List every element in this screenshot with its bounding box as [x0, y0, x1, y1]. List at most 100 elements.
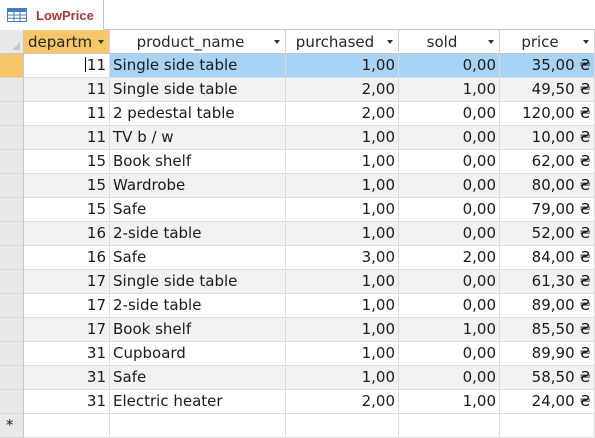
cell-purchased[interactable]: 1,00 [286, 174, 399, 198]
cell-product-name[interactable]: Single side table [110, 270, 286, 294]
record-selector[interactable] [0, 150, 24, 174]
cell-price[interactable]: 85,50 ₴ [500, 318, 595, 342]
record-selector[interactable]: * [0, 414, 24, 438]
cell-sold[interactable]: 0,00 [399, 270, 500, 294]
table-row[interactable]: 11 Single side table 1,00 0,00 35,00 ₴ [0, 54, 595, 78]
cell-department[interactable]: 31 [24, 390, 110, 414]
cell-purchased[interactable]: 1,00 [286, 270, 399, 294]
cell-product-name[interactable]: Safe [110, 366, 286, 390]
cell-price[interactable]: 35,00 ₴ [500, 54, 595, 78]
cell-price[interactable]: 62,00 ₴ [500, 150, 595, 174]
cell-department[interactable]: 16 [24, 222, 110, 246]
sort-filter-arrow-icon[interactable] [488, 40, 494, 44]
cell-sold[interactable]: 0,00 [399, 294, 500, 318]
cell-price[interactable]: 79,00 ₴ [500, 198, 595, 222]
sort-filter-arrow-icon[interactable] [98, 40, 104, 44]
cell-price[interactable]: 10,00 ₴ [500, 126, 595, 150]
new-record-row[interactable]: * [0, 414, 595, 438]
record-selector[interactable] [0, 318, 24, 342]
cell-department[interactable]: 15 [24, 198, 110, 222]
table-row[interactable]: 16 2-side table 1,00 0,00 52,00 ₴ [0, 222, 595, 246]
column-header-product-name[interactable]: product_name [110, 30, 286, 54]
cell-price[interactable]: 89,00 ₴ [500, 294, 595, 318]
table-row[interactable]: 31 Cupboard 1,00 0,00 89,90 ₴ [0, 342, 595, 366]
cell-price[interactable]: 58,50 ₴ [500, 366, 595, 390]
cell-department[interactable]: 11 [24, 54, 110, 78]
cell-product-name[interactable]: 2-side table [110, 222, 286, 246]
cell-price[interactable]: 89,90 ₴ [500, 342, 595, 366]
table-row[interactable]: 17 Single side table 1,00 0,00 61,30 ₴ [0, 270, 595, 294]
cell-product-name[interactable]: 2 pedestal table [110, 102, 286, 126]
cell-sold[interactable]: 1,00 [399, 318, 500, 342]
table-row[interactable]: 11 TV b / w 1,00 0,00 10,00 ₴ [0, 126, 595, 150]
table-row[interactable]: 17 2-side table 1,00 0,00 89,00 ₴ [0, 294, 595, 318]
cell-sold[interactable]: 1,00 [399, 78, 500, 102]
record-selector[interactable] [0, 222, 24, 246]
new-record-cell[interactable] [500, 414, 595, 438]
cell-sold[interactable]: 2,00 [399, 246, 500, 270]
cell-product-name[interactable]: Cupboard [110, 342, 286, 366]
table-row[interactable]: 11 2 pedestal table 2,00 0,00 120,00 ₴ [0, 102, 595, 126]
cell-department[interactable]: 17 [24, 294, 110, 318]
column-header-purchased[interactable]: purchased [286, 30, 399, 54]
cell-sold[interactable]: 0,00 [399, 150, 500, 174]
cell-sold[interactable]: 0,00 [399, 174, 500, 198]
cell-purchased[interactable]: 1,00 [286, 126, 399, 150]
record-selector[interactable] [0, 102, 24, 126]
cell-product-name[interactable]: Single side table [110, 54, 286, 78]
table-row[interactable]: 11 Single side table 2,00 1,00 49,50 ₴ [0, 78, 595, 102]
record-selector[interactable] [0, 342, 24, 366]
cell-purchased[interactable]: 2,00 [286, 390, 399, 414]
record-selector[interactable] [0, 126, 24, 150]
table-row[interactable]: 31 Safe 1,00 0,00 58,50 ₴ [0, 366, 595, 390]
sort-filter-arrow-icon[interactable] [274, 40, 280, 44]
cell-sold[interactable]: 0,00 [399, 54, 500, 78]
record-selector[interactable] [0, 78, 24, 102]
record-selector[interactable] [0, 294, 24, 318]
cell-product-name[interactable]: Single side table [110, 78, 286, 102]
cell-sold[interactable]: 0,00 [399, 198, 500, 222]
cell-purchased[interactable]: 1,00 [286, 54, 399, 78]
cell-price[interactable]: 49,50 ₴ [500, 78, 595, 102]
cell-price[interactable]: 80,00 ₴ [500, 174, 595, 198]
cell-purchased[interactable]: 1,00 [286, 366, 399, 390]
new-record-cell[interactable] [110, 414, 286, 438]
cell-department[interactable]: 31 [24, 342, 110, 366]
record-selector[interactable] [0, 270, 24, 294]
cell-sold[interactable]: 0,00 [399, 366, 500, 390]
new-record-cell[interactable] [286, 414, 399, 438]
cell-purchased[interactable]: 1,00 [286, 222, 399, 246]
sort-filter-arrow-icon[interactable] [387, 40, 393, 44]
cell-product-name[interactable]: TV b / w [110, 126, 286, 150]
cell-price[interactable]: 84,00 ₴ [500, 246, 595, 270]
cell-product-name[interactable]: 2-side table [110, 294, 286, 318]
cell-purchased[interactable]: 2,00 [286, 102, 399, 126]
cell-sold[interactable]: 0,00 [399, 102, 500, 126]
cell-purchased[interactable]: 1,00 [286, 150, 399, 174]
cell-product-name[interactable]: Electric heater [110, 390, 286, 414]
cell-product-name[interactable]: Safe [110, 198, 286, 222]
cell-price[interactable]: 120,00 ₴ [500, 102, 595, 126]
record-selector[interactable] [0, 174, 24, 198]
cell-purchased[interactable]: 3,00 [286, 246, 399, 270]
column-header-department[interactable]: departm [24, 30, 110, 54]
table-row[interactable]: 31 Electric heater 2,00 1,00 24,00 ₴ [0, 390, 595, 414]
new-record-cell[interactable] [399, 414, 500, 438]
cell-price[interactable]: 52,00 ₴ [500, 222, 595, 246]
cell-department[interactable]: 17 [24, 318, 110, 342]
cell-product-name[interactable]: Book shelf [110, 150, 286, 174]
select-all-button[interactable] [0, 30, 24, 54]
record-selector[interactable] [0, 54, 24, 78]
cell-department[interactable]: 16 [24, 246, 110, 270]
cell-price[interactable]: 61,30 ₴ [500, 270, 595, 294]
table-row[interactable]: 17 Book shelf 1,00 1,00 85,50 ₴ [0, 318, 595, 342]
sort-filter-arrow-icon[interactable] [583, 40, 589, 44]
record-selector[interactable] [0, 246, 24, 270]
cell-department[interactable]: 17 [24, 270, 110, 294]
record-selector[interactable] [0, 198, 24, 222]
cell-price[interactable]: 24,00 ₴ [500, 390, 595, 414]
cell-purchased[interactable]: 2,00 [286, 78, 399, 102]
cell-product-name[interactable]: Safe [110, 246, 286, 270]
new-record-cell[interactable] [24, 414, 110, 438]
cell-department[interactable]: 31 [24, 366, 110, 390]
